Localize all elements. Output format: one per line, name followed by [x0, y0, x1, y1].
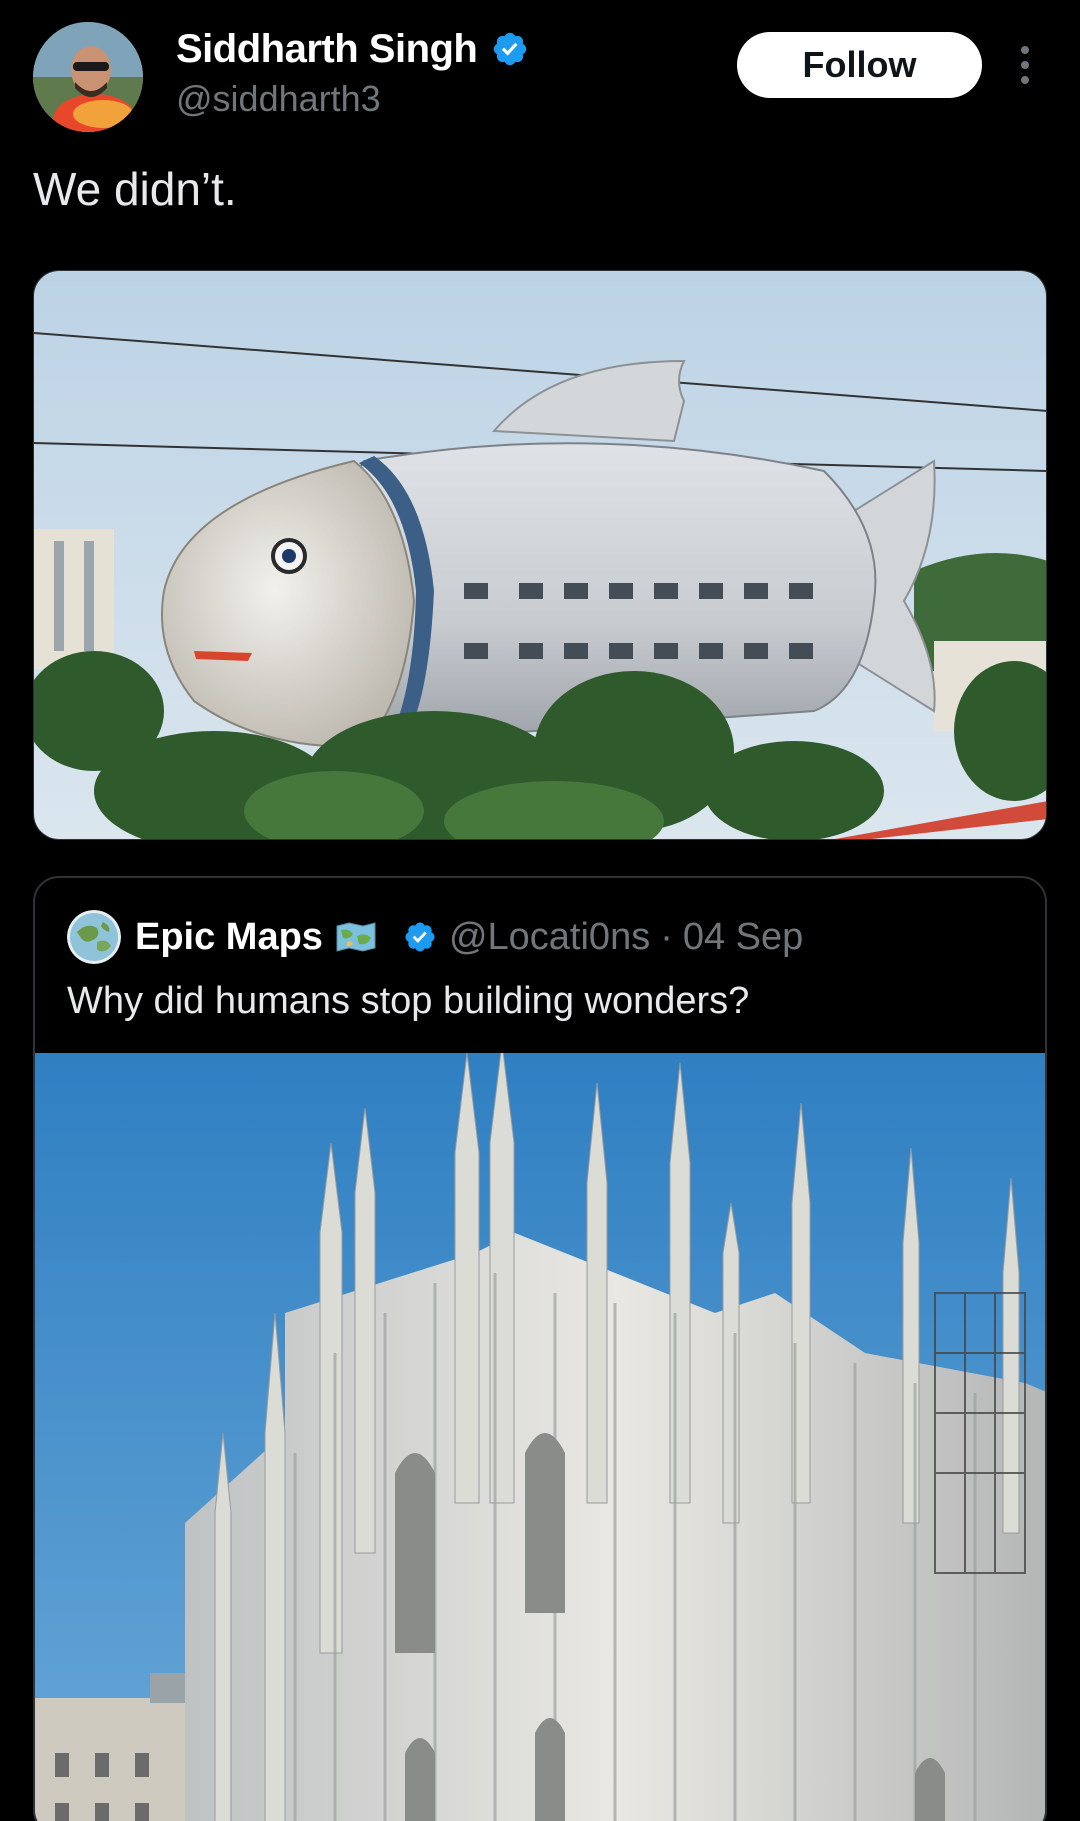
quoted-media-image[interactable]	[35, 1053, 1045, 1821]
tweet-media-image[interactable]	[33, 270, 1047, 840]
verified-badge-icon	[494, 32, 527, 66]
separator-dot: ·	[660, 915, 673, 958]
globe-avatar-icon[interactable]	[67, 910, 121, 964]
quoted-tweet-header: Epic Maps @Locati0ns · 04 Sep Why did hu…	[35, 878, 1045, 1053]
tweet-text: We didn’t.	[33, 163, 237, 215]
quoted-tweet[interactable]: Epic Maps @Locati0ns · 04 Sep Why did hu…	[33, 876, 1047, 1821]
author-handle[interactable]: @siddharth3	[176, 78, 381, 120]
quoted-date[interactable]: 04 Sep	[683, 916, 803, 959]
quoted-author-handle[interactable]: @Locati0ns	[449, 916, 650, 959]
quoted-author-name[interactable]: Epic Maps	[135, 916, 323, 959]
quoted-author-row: Epic Maps @Locati0ns · 04 Sep	[135, 908, 803, 966]
author-name-row: Siddharth Singh	[176, 24, 529, 74]
follow-button[interactable]: Follow	[737, 32, 982, 98]
map-emoji-icon	[336, 922, 376, 952]
author-avatar[interactable]	[33, 22, 143, 132]
author-display-name[interactable]: Siddharth Singh	[176, 27, 478, 72]
verified-badge-icon	[405, 922, 435, 952]
more-options-icon[interactable]	[1010, 40, 1040, 90]
tweet-header: Siddharth Singh @siddharth3 Follow	[0, 0, 1080, 150]
quoted-tweet-text: Why did humans stop building wonders?	[67, 980, 750, 1022]
